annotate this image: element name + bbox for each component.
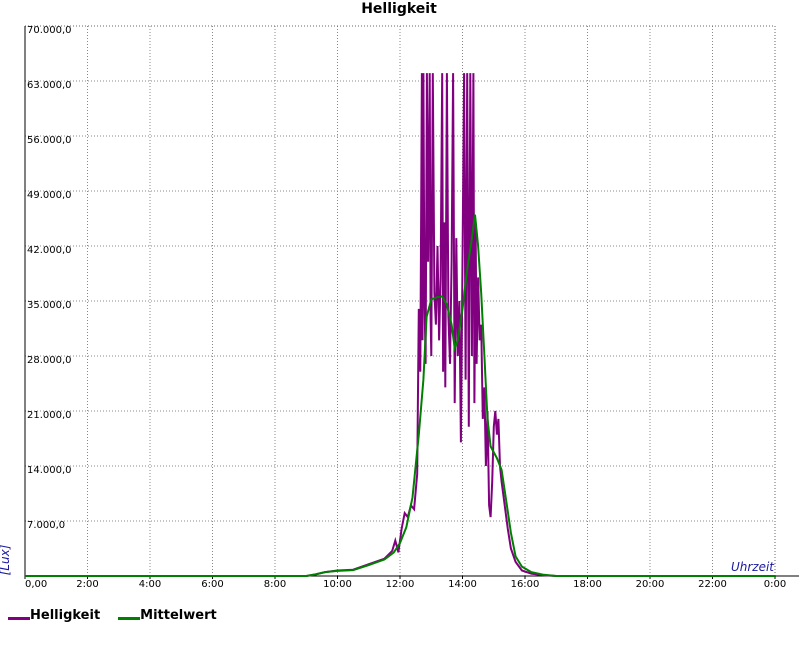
x-tick-label: 4:00	[139, 579, 161, 590]
y-tick-label: 21.000,0	[27, 410, 72, 421]
x-tick-label: 8:00	[264, 579, 286, 590]
x-axis-ticks: 0,00 2:00 4:00 6:00 8:00 10:00 12:00 14:00 16:00…	[24, 576, 786, 590]
y-tick-label: 56.000,0	[27, 135, 72, 146]
x-tick-label: 22:00	[698, 579, 727, 590]
chart-title: Helligkeit	[361, 1, 437, 17]
y-tick-label: 63.000,0	[27, 80, 72, 91]
chart-canvas: Helligkeit 7.000,0 14.000,0 21.000,0 28.000…	[0, 1, 799, 590]
x-tick-label: 20:00	[636, 579, 665, 590]
legend-item-helligkeit: Helligkeit	[8, 608, 100, 623]
x-tick-label: 0:00	[764, 579, 786, 590]
legend-swatch-mittelwert	[118, 617, 141, 620]
x-tick-label: 2:00	[76, 579, 98, 590]
x-tick-label: 0,00	[25, 579, 47, 590]
y-tick-label: 70.000,0	[27, 25, 72, 36]
legend-label-helligkeit: Helligkeit	[30, 608, 101, 623]
y-axis-label: [Lux]	[0, 544, 12, 575]
x-tick-label: 16:00	[511, 579, 540, 590]
legend-item-mittelwert: Mittelwert	[118, 608, 217, 623]
y-tick-label: 28.000,0	[27, 355, 72, 366]
y-axis-ticks: 7.000,0 14.000,0 21.000,0 28.000,0 35.000,0 4…	[27, 25, 72, 531]
legend: Helligkeit Mittelwert	[8, 608, 217, 623]
y-tick-label: 7.000,0	[27, 520, 65, 531]
x-axis-label: Uhrzeit	[731, 560, 775, 574]
x-tick-label: 6:00	[201, 579, 223, 590]
legend-swatch-helligkeit	[8, 617, 30, 620]
x-tick-label: 14:00	[448, 579, 477, 590]
y-tick-label: 49.000,0	[27, 190, 72, 201]
x-tick-label: 10:00	[323, 579, 352, 590]
x-tick-label: 18:00	[573, 579, 602, 590]
grid-lines	[25, 26, 775, 576]
y-tick-label: 14.000,0	[27, 465, 72, 476]
y-tick-label: 42.000,0	[27, 245, 72, 256]
legend-label-mittelwert: Mittelwert	[140, 608, 217, 623]
x-tick-label: 12:00	[386, 579, 415, 590]
y-tick-label: 35.000,0	[27, 300, 72, 311]
